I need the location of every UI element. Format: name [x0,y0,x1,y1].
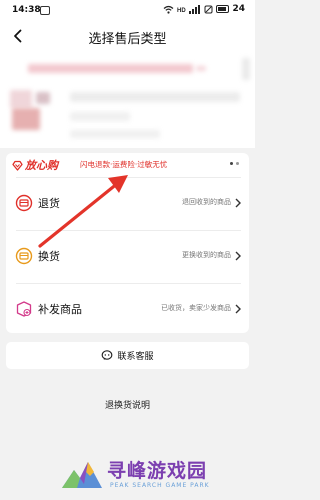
option-exchange[interactable]: 换货 更换收到的商品 [6,236,249,276]
product-qty-blurred [70,130,160,138]
chevron-right-icon [235,251,241,261]
product-card [0,50,255,148]
mountain-logo-icon [62,462,102,488]
watermark-subtitle: PEAK SEARCH GAME PARK [110,482,210,489]
after-sale-options-card: 放心购 闪电退款·运费险·过敏无忧 退货 退回收到的商品 换货 更换收到的商品 [6,153,249,333]
divider [16,177,241,178]
signal-icon [189,4,201,14]
battery-level: 24 [232,4,245,14]
option-label: 换货 [38,250,60,263]
chevron-right-icon [235,198,241,208]
mute-icon [204,5,213,13]
status-icons: HD 24 [163,4,245,14]
status-time: 14:38 [12,5,41,15]
option-return[interactable]: 退货 退回收到的商品 [6,183,249,223]
option-label: 补发商品 [38,303,82,316]
option-desc: 更换收到的商品 [182,251,231,259]
svg-text:HD: HD [177,8,186,14]
product-price-blurred [70,112,130,121]
battery-icon [216,5,230,13]
service-header: 放心购 闪电退款·运费险·过敏无忧 [6,153,249,175]
contact-service-button[interactable]: 联系客服 [6,342,249,369]
return-goods-icon [15,194,33,212]
hd-icon: HD [177,8,186,14]
wifi-icon [164,5,174,14]
option-desc: 已收货，卖家少发商品 [161,304,231,312]
product-name-blurred-tail [196,66,206,71]
contact-service-label: 联系客服 [117,352,154,362]
app-icon [40,6,50,15]
nav-bar: 选择售后类型 [0,22,255,50]
product-spec-blurred [70,92,240,102]
option-desc: 退回收到的商品 [182,198,231,206]
watermark: 寻峰游戏园 PEAK SEARCH GAME PARK [60,452,250,494]
watermark-title: 寻峰游戏园 [107,460,208,482]
option-label: 退货 [38,197,60,210]
service-tagline: 闪电退款·运费险·过敏无忧 [80,160,168,169]
diamond-heart-icon [12,160,23,171]
fangxin-brand: 放心购 [25,159,58,172]
product-edge-blurred [242,58,250,80]
chevron-right-icon [235,304,241,314]
product-thumb-blurred [12,108,40,130]
divider [16,283,241,284]
customer-service-icon [102,350,113,360]
reissue-goods-icon [16,301,32,317]
page-indicator-dots [230,162,239,165]
product-thumb-detail-blurred [36,92,50,104]
product-image-blurred [10,90,32,108]
exchange-goods-icon [15,247,33,265]
page-title: 选择售后类型 [88,32,167,47]
fangxin-logo: 放心购 [12,157,58,173]
status-bar: 14:38 HD 24 [0,0,255,22]
product-name-blurred [28,64,193,73]
return-exchange-explanation-link[interactable]: 退换货说明 [0,398,255,411]
option-reissue[interactable]: 补发商品 已收货，卖家少发商品 [6,289,249,329]
divider [16,230,241,231]
